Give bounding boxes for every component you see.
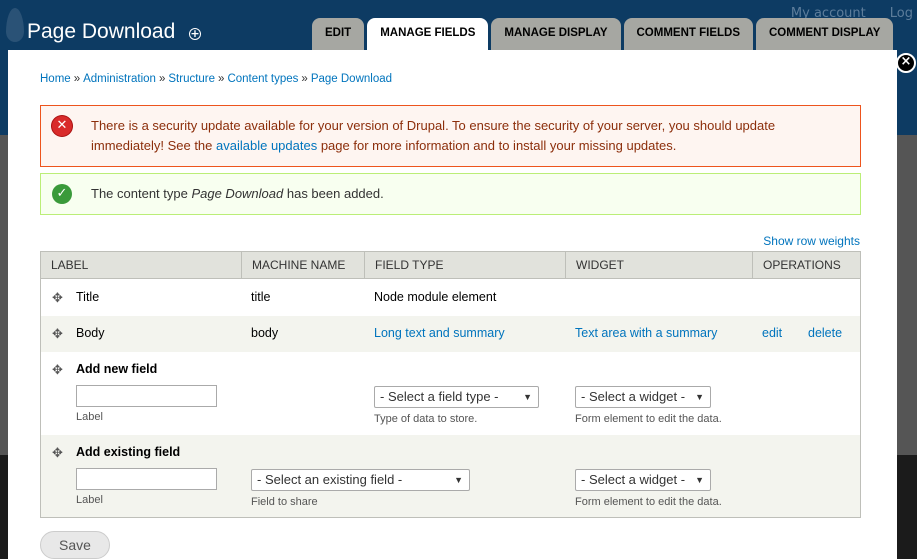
column-header-label: LABEL bbox=[41, 252, 242, 279]
breadcrumb-content-types[interactable]: Content types bbox=[227, 73, 298, 85]
table-header: LABEL MACHINE NAME FIELD TYPE WIDGET OPE… bbox=[41, 252, 860, 279]
field-type-select[interactable]: - Select a field type - ▼ bbox=[374, 386, 539, 408]
fields-table: LABEL MACHINE NAME FIELD TYPE WIDGET OPE… bbox=[40, 251, 861, 518]
column-header-field-type: FIELD TYPE bbox=[365, 252, 566, 279]
drag-handle-icon[interactable]: ✥ bbox=[52, 364, 65, 377]
tab-edit[interactable]: EDIT bbox=[312, 18, 365, 50]
new-field-label-input[interactable] bbox=[76, 385, 217, 407]
breadcrumb: Home» Administration» Structure» Content ty… bbox=[40, 73, 393, 85]
new-field-widget-description: Form element to edit the data. bbox=[575, 413, 722, 425]
field-type-link[interactable]: Long text and summary bbox=[374, 326, 505, 340]
show-row-weights-link[interactable]: Show row weights bbox=[763, 234, 860, 248]
delete-link[interactable]: delete bbox=[808, 326, 842, 340]
table-row: ✥ Body body Long text and summary Text a… bbox=[41, 316, 860, 352]
add-existing-field-title: Add existing field bbox=[76, 445, 181, 459]
error-message-text: There is a security update available for… bbox=[91, 118, 776, 153]
new-field-label-description: Label bbox=[76, 411, 103, 423]
available-updates-link[interactable]: available updates bbox=[216, 138, 317, 153]
field-type-description: Type of data to store. bbox=[374, 413, 478, 425]
chevron-down-icon: ▼ bbox=[523, 392, 532, 402]
table-row: ✥ Title title Node module element bbox=[41, 280, 860, 316]
primary-tabs: EDIT MANAGE FIELDS MANAGE DISPLAY COMMEN… bbox=[312, 18, 896, 50]
drag-handle-icon[interactable]: ✥ bbox=[52, 292, 65, 305]
overlay-title: Page Download bbox=[27, 20, 176, 43]
add-new-field-row: ✥ Add new field Label - Select a field t… bbox=[41, 352, 860, 435]
close-overlay-button[interactable]: × bbox=[896, 53, 916, 73]
edit-link[interactable]: edit bbox=[762, 326, 782, 340]
breadcrumb-home[interactable]: Home bbox=[40, 73, 71, 85]
field-type: Node module element bbox=[374, 290, 497, 304]
breadcrumb-administration[interactable]: Administration bbox=[83, 73, 156, 85]
add-new-field-title: Add new field bbox=[76, 362, 158, 376]
field-label: Body bbox=[76, 326, 105, 340]
error-message: ✕ There is a security update available f… bbox=[40, 105, 861, 167]
existing-field-description: Field to share bbox=[251, 496, 318, 508]
new-field-widget-select[interactable]: - Select a widget - ▼ bbox=[575, 386, 711, 408]
existing-field-label-description: Label bbox=[76, 494, 103, 506]
column-header-operations: OPERATIONS bbox=[763, 258, 841, 272]
save-button[interactable]: Save bbox=[40, 531, 110, 559]
chevron-down-icon: ▼ bbox=[695, 475, 704, 485]
add-existing-field-row: ✥ Add existing field Label - Select an e… bbox=[41, 435, 860, 517]
add-shortcut-icon[interactable]: + bbox=[189, 28, 201, 40]
column-header-machine-name: MACHINE NAME bbox=[242, 252, 365, 279]
field-machine-name: body bbox=[251, 326, 279, 340]
error-icon: ✕ bbox=[52, 116, 72, 136]
status-message: ✓ The content type Page Download has bee… bbox=[40, 173, 861, 215]
existing-field-widget-select[interactable]: - Select a widget - ▼ bbox=[575, 469, 711, 491]
chevron-down-icon: ▼ bbox=[454, 475, 463, 485]
drag-handle-icon[interactable]: ✥ bbox=[52, 447, 65, 460]
breadcrumb-structure[interactable]: Structure bbox=[168, 73, 215, 85]
field-machine-name: title bbox=[251, 290, 271, 304]
existing-field-widget-description: Form element to edit the data. bbox=[575, 496, 722, 508]
field-label: Title bbox=[76, 290, 100, 304]
drag-handle-icon[interactable]: ✥ bbox=[52, 328, 65, 341]
existing-field-label-input[interactable] bbox=[76, 468, 217, 490]
status-message-text: The content type Page Download has been … bbox=[91, 186, 384, 201]
tab-comment-display[interactable]: COMMENT DISPLAY bbox=[756, 18, 894, 50]
breadcrumb-page-download[interactable]: Page Download bbox=[311, 73, 392, 85]
chevron-down-icon: ▼ bbox=[695, 392, 704, 402]
tab-manage-display[interactable]: MANAGE DISPLAY bbox=[491, 18, 621, 50]
tab-comment-fields[interactable]: COMMENT FIELDS bbox=[623, 18, 753, 50]
check-icon: ✓ bbox=[52, 184, 72, 204]
widget-link[interactable]: Text area with a summary bbox=[575, 326, 717, 340]
tab-manage-fields[interactable]: MANAGE FIELDS bbox=[367, 18, 489, 50]
existing-field-select[interactable]: - Select an existing field - ▼ bbox=[251, 469, 470, 491]
column-header-widget: WIDGET bbox=[566, 252, 753, 279]
